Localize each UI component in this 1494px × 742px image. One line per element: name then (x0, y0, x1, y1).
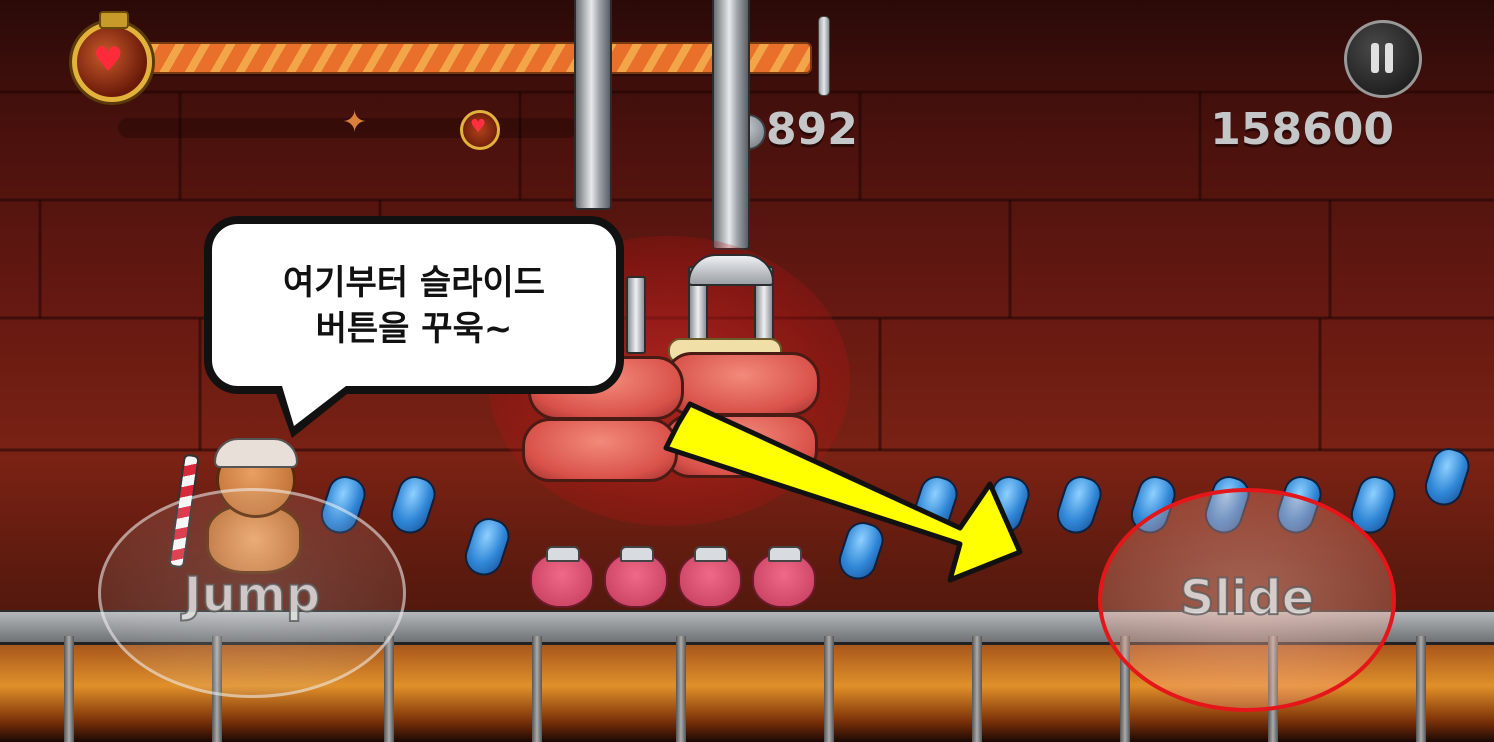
cookie-progress-marker-icon: ✦ (342, 105, 368, 140)
fork-obstacle-left (574, 0, 612, 210)
jelly-bean (1419, 443, 1475, 511)
fork-head (688, 254, 774, 286)
energy-bar-end-cap (818, 16, 830, 96)
pause-icon (1371, 43, 1379, 73)
speech-bubble-tail-fill (282, 386, 346, 426)
fork-obstacle-right (712, 0, 750, 250)
tutorial-message-line-2: 버튼을 꾸욱~ (315, 309, 513, 349)
rail-post (676, 636, 686, 742)
coin-count: 892 (766, 104, 858, 155)
bear-jelly (530, 546, 594, 608)
tutorial-speech-bubble: 여기부터 슬라이드 버튼을 꾸욱~ (204, 216, 624, 394)
fork-tine (626, 276, 646, 354)
rail-post (532, 636, 542, 742)
potion-progress-marker-icon: ♥ (460, 110, 500, 150)
rail-post (384, 636, 394, 742)
score: 158600 (1210, 104, 1394, 155)
sausage-obstacle (522, 418, 678, 482)
rail-post (824, 636, 834, 742)
slide-button[interactable]: Slide (1098, 488, 1396, 712)
cookie-hair (214, 438, 298, 468)
tutorial-message-line-1: 여기부터 슬라이드 (282, 263, 546, 303)
pause-button[interactable] (1344, 20, 1422, 98)
jelly-bean (459, 513, 515, 581)
rail-post (64, 636, 74, 742)
tutorial-message: 여기부터 슬라이드 버튼을 꾸욱~ (212, 260, 616, 352)
bear-jelly (604, 546, 668, 608)
energy-bar (132, 42, 812, 74)
tutorial-arrow-icon (663, 401, 1023, 583)
jelly-bean (1051, 471, 1107, 539)
jump-button[interactable]: Jump (98, 488, 406, 698)
game-stage: ♥ ✦ ♥ 892 158600 Jump Slide 여기부터 슬라이드 버튼… (0, 0, 1494, 742)
jelly-bean (385, 471, 441, 539)
slide-button-label: Slide (1179, 569, 1315, 627)
rail-post (972, 636, 982, 742)
heart-potion-icon: ♥ (72, 11, 152, 102)
rail-post (1416, 636, 1426, 742)
jump-button-label: Jump (183, 566, 321, 624)
